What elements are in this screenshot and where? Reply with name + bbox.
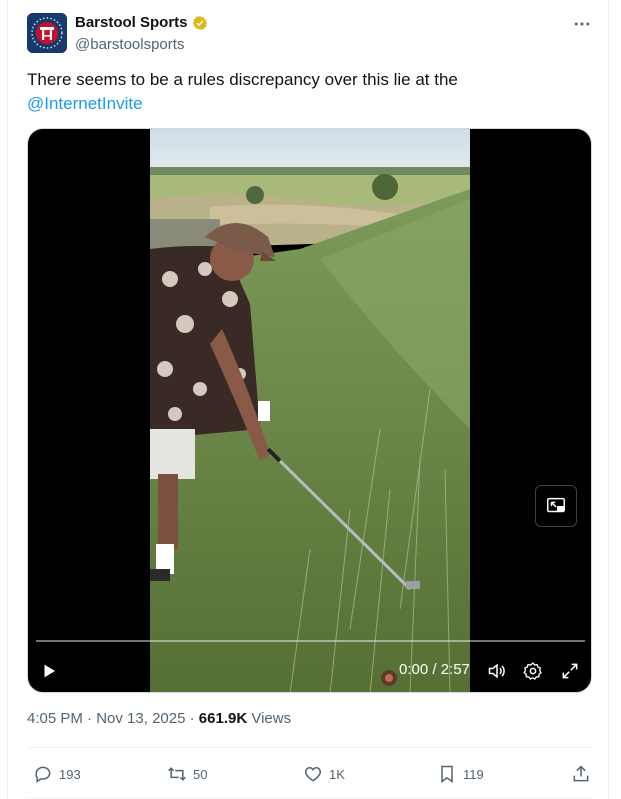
mention-link[interactable]: @InternetInvite bbox=[27, 94, 143, 113]
video-frame bbox=[150, 129, 470, 692]
share-icon bbox=[573, 765, 589, 782]
reply-icon bbox=[35, 766, 51, 783]
video-player[interactable]: 0:00 / 2:57 bbox=[27, 128, 592, 693]
tweet-body: There seems to be a rules discrepancy ov… bbox=[27, 70, 458, 89]
repost-count: 50 bbox=[193, 766, 208, 782]
views-label: Views bbox=[251, 710, 292, 727]
bottom-divider bbox=[27, 797, 592, 798]
video-time-text: 0:00 / 2:57 bbox=[399, 661, 470, 678]
share-button[interactable] bbox=[571, 760, 597, 788]
tweet-time[interactable]: 4:05 PM bbox=[27, 710, 83, 727]
tweet-date[interactable]: Nov 13, 2025 bbox=[96, 710, 185, 727]
bookmark-icon bbox=[441, 765, 453, 783]
volume-button[interactable] bbox=[485, 659, 509, 683]
picture-in-picture-icon bbox=[547, 497, 565, 513]
volume-icon bbox=[488, 663, 505, 679]
views-count: 661.9K bbox=[198, 710, 248, 727]
play-button[interactable] bbox=[36, 659, 62, 683]
reply-count: 193 bbox=[59, 766, 81, 782]
picture-in-picture-button[interactable] bbox=[535, 485, 577, 527]
barstool-logo-icon bbox=[27, 13, 67, 53]
repost-button[interactable]: 50 bbox=[167, 760, 207, 788]
fullscreen-icon bbox=[562, 663, 578, 679]
repost-icon bbox=[168, 767, 186, 781]
video-time-display: 0:00 / 2:57 bbox=[399, 661, 470, 678]
meta-separator: · bbox=[87, 710, 93, 727]
verified-badge-icon bbox=[192, 15, 207, 30]
gear-icon bbox=[523, 662, 542, 680]
like-button[interactable]: 1K bbox=[303, 760, 345, 788]
tweet-text: There seems to be a rules discrepancy ov… bbox=[27, 68, 587, 116]
meta-separator-2: · bbox=[189, 710, 195, 727]
author-display-name[interactable]: Barstool Sports bbox=[75, 14, 188, 31]
author-name-row[interactable]: Barstool Sports bbox=[75, 14, 208, 31]
channel-watermark-icon bbox=[381, 670, 397, 686]
fullscreen-button[interactable] bbox=[558, 659, 582, 683]
heart-icon bbox=[304, 766, 322, 782]
tweet-card: Barstool Sports @barstoolsports There se… bbox=[7, 0, 609, 799]
avatar[interactable] bbox=[27, 13, 67, 53]
action-bar: 193 50 1K 119 bbox=[27, 760, 592, 788]
author-handle[interactable]: @barstoolsports bbox=[75, 36, 184, 53]
tweet-meta: 4:05 PM · Nov 13, 2025 · 661.9K Views bbox=[27, 710, 291, 727]
reply-button[interactable]: 193 bbox=[33, 760, 81, 788]
bookmark-count: 119 bbox=[463, 766, 484, 782]
more-dots-icon bbox=[574, 22, 590, 26]
divider bbox=[27, 747, 592, 748]
settings-button[interactable] bbox=[521, 659, 545, 683]
more-options-button[interactable] bbox=[568, 12, 596, 36]
play-icon bbox=[44, 664, 55, 678]
bookmark-button[interactable]: 119 bbox=[437, 760, 484, 788]
like-count: 1K bbox=[329, 766, 345, 782]
video-progress-bar[interactable] bbox=[36, 640, 585, 642]
